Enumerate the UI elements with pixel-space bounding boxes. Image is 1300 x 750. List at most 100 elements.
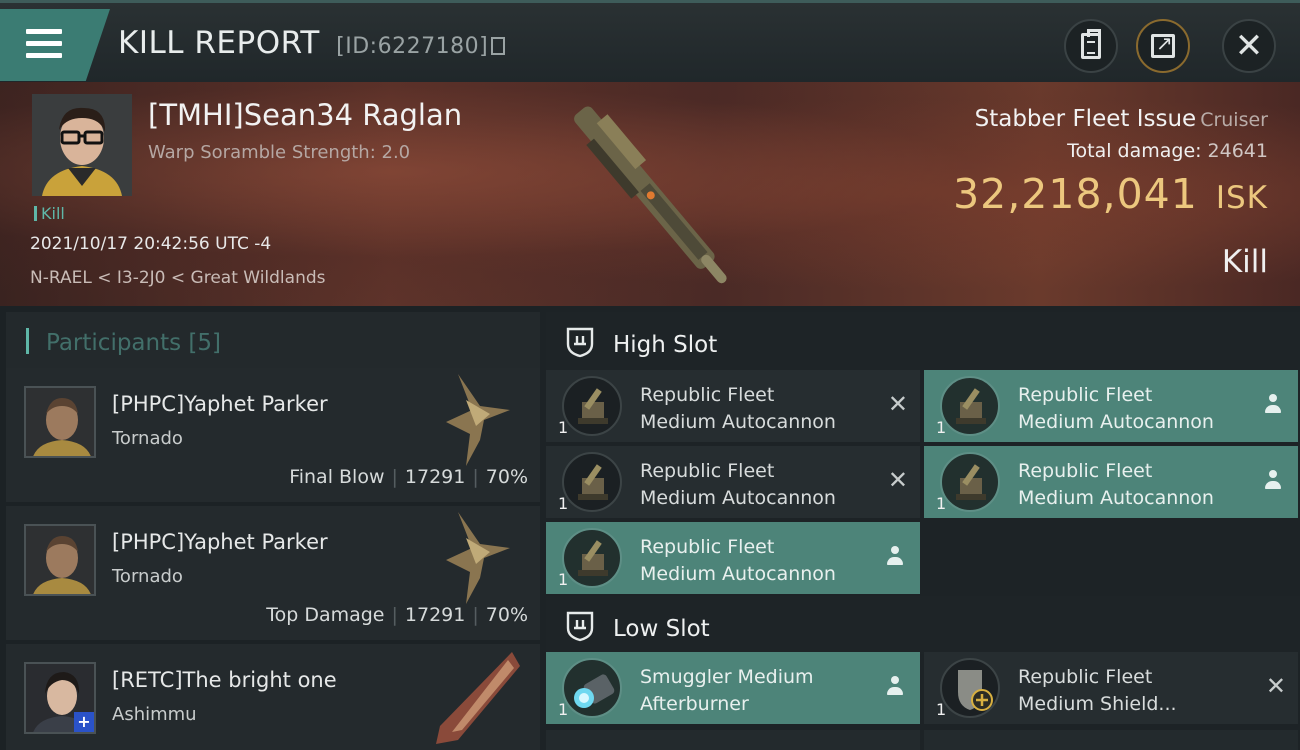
participant-damage: 17291 <box>404 604 466 626</box>
menu-button[interactable] <box>0 9 110 81</box>
participant-percent: 70% <box>485 466 528 488</box>
module-quantity: 1 <box>558 418 569 437</box>
module-quantity: 1 <box>558 570 569 589</box>
module-name: Republic Fleet Medium Autocannon <box>640 536 836 585</box>
total-damage: Total damage: 24641 <box>1067 140 1268 162</box>
victim-ship[interactable]: Stabber Fleet Issue Cruiser <box>975 106 1268 132</box>
clipboard-icon <box>1081 29 1101 59</box>
module-item[interactable]: 1 Republic Fleet Medium Shield... ✕ <box>924 652 1298 724</box>
autocannon-icon <box>940 376 1000 436</box>
person-icon <box>1264 470 1282 492</box>
module-quantity: 1 <box>936 418 947 437</box>
module-quantity: 1 <box>936 494 947 513</box>
kill-datetime: 2021/10/17 20:42:56 UTC -4 <box>30 234 272 254</box>
module-name: Republic Fleet Medium Autocannon <box>1018 460 1214 509</box>
report-id: [ID:6227180] <box>336 34 489 59</box>
participant-damage: 17291 <box>404 466 466 488</box>
module-name: Republic Fleet Medium Autocannon <box>1018 384 1214 433</box>
participant-percent: 70% <box>485 604 528 626</box>
module-item[interactable] <box>546 730 920 750</box>
participant-ship-image <box>436 652 520 744</box>
plus-icon: + <box>74 712 94 732</box>
avatar[interactable] <box>24 386 96 458</box>
kill-tag: Kill <box>34 204 65 223</box>
title-text: KILL REPORT <box>118 25 320 61</box>
participant-name[interactable]: [PHPC]Yaphet Parker <box>112 530 328 554</box>
participant-row[interactable]: + [RETC]The bright one Ashimmu <box>6 644 540 750</box>
share-icon <box>1151 31 1175 58</box>
victim-ship-model[interactable] <box>530 88 770 304</box>
participants-panel: Participants [5] [PHPC]Yaphet Parker Tor… <box>0 306 540 750</box>
participant-name[interactable]: [RETC]The bright one <box>112 668 337 692</box>
title-bar: KILL REPORT [ID:6227180] ✕ <box>0 0 1300 82</box>
afterburner-icon <box>562 658 622 718</box>
shield-module-icon <box>940 658 1000 718</box>
module-item[interactable]: 1 Republic Fleet Medium Autocannon <box>546 522 920 594</box>
autocannon-icon <box>562 376 622 436</box>
participant-stats: Final Blow | 17291 | 70% <box>289 466 528 488</box>
kill-location[interactable]: N-RAEL < I3-2J0 < Great Wildlands <box>30 268 326 288</box>
module-name: Smuggler Medium Afterburner <box>640 666 814 715</box>
ship-class: Cruiser <box>1200 109 1268 131</box>
module-quantity: 1 <box>558 494 569 513</box>
isk-value: 32,218,041 ISK <box>953 170 1268 218</box>
high-slot-label: High Slot <box>613 332 718 358</box>
avatar[interactable] <box>24 524 96 596</box>
high-slot-header: High Slot <box>546 312 1300 370</box>
victim-pilot-name[interactable]: [TMHI]Sean34 Raglan <box>148 98 462 132</box>
participant-ship: Tornado <box>112 428 183 449</box>
destroyed-icon: ✕ <box>1265 672 1286 700</box>
autocannon-icon <box>562 528 622 588</box>
ship-type-name: Stabber Fleet Issue <box>974 106 1197 132</box>
total-damage-label: Total damage: <box>1067 140 1202 162</box>
module-name: Republic Fleet Medium Autocannon <box>640 384 836 433</box>
module-item[interactable]: 1 Smuggler Medium Afterburner <box>546 652 920 724</box>
total-damage-value: 24641 <box>1207 140 1268 162</box>
module-item[interactable] <box>924 730 1298 750</box>
low-slot-header: Low Slot <box>546 596 1300 654</box>
victim-banner: [TMHI]Sean34 Raglan Warp Soramble Streng… <box>0 82 1300 306</box>
hamburger-icon <box>26 29 62 34</box>
warp-scramble-strength: Warp Soramble Strength: 2.0 <box>148 142 411 163</box>
module-item[interactable]: 1 Republic Fleet Medium Autocannon <box>924 446 1298 518</box>
clipboard-button[interactable] <box>1064 19 1118 73</box>
participants-header: Participants [5] <box>6 312 540 368</box>
participant-ship-image <box>446 374 510 466</box>
participant-stats: Top Damage | 17291 | 70% <box>266 604 528 626</box>
module-quantity: 1 <box>558 700 569 719</box>
high-slot-icon <box>566 327 594 358</box>
person-icon <box>1264 394 1282 416</box>
avatar[interactable]: + <box>24 662 96 734</box>
copy-icon[interactable] <box>491 37 506 55</box>
module-item[interactable]: 1 Republic Fleet Medium Autocannon <box>924 370 1298 442</box>
close-button[interactable]: ✕ <box>1222 19 1276 73</box>
autocannon-icon <box>940 452 1000 512</box>
participant-ship: Tornado <box>112 566 183 587</box>
destroyed-icon: ✕ <box>887 466 908 494</box>
participant-row[interactable]: [PHPC]Yaphet Parker Tornado Final Blow | 1… <box>6 368 540 502</box>
participant-role: Top Damage <box>266 604 385 626</box>
module-name: Republic Fleet Medium Autocannon <box>640 460 836 509</box>
close-icon: ✕ <box>1234 26 1264 66</box>
participant-row[interactable]: [PHPC]Yaphet Parker Tornado Top Damage | 1… <box>6 506 540 640</box>
participant-ship-image <box>446 512 510 604</box>
module-quantity: 1 <box>936 700 947 719</box>
pilot-portrait-image <box>32 94 132 196</box>
destroyed-icon: ✕ <box>887 390 908 418</box>
module-item[interactable]: 1 Republic Fleet Medium Autocannon ✕ <box>546 370 920 442</box>
person-icon <box>886 676 904 698</box>
share-button[interactable] <box>1136 19 1190 73</box>
autocannon-icon <box>562 452 622 512</box>
participant-role: Final Blow <box>289 466 385 488</box>
module-item[interactable]: 1 Republic Fleet Medium Autocannon ✕ <box>546 446 920 518</box>
participants-title: Participants [5] <box>46 330 221 356</box>
low-slot-icon <box>566 611 594 642</box>
module-name: Republic Fleet Medium Shield... <box>1018 666 1177 715</box>
participant-ship: Ashimmu <box>112 704 197 725</box>
victim-portrait[interactable] <box>32 94 132 196</box>
fitting-panel: High Slot 1 Republic Fleet Medium Autoca… <box>540 306 1300 750</box>
result-label: Kill <box>1221 244 1268 280</box>
low-slot-label: Low Slot <box>613 616 710 642</box>
participant-name[interactable]: [PHPC]Yaphet Parker <box>112 392 328 416</box>
window-title: KILL REPORT [ID:6227180] <box>118 25 506 61</box>
